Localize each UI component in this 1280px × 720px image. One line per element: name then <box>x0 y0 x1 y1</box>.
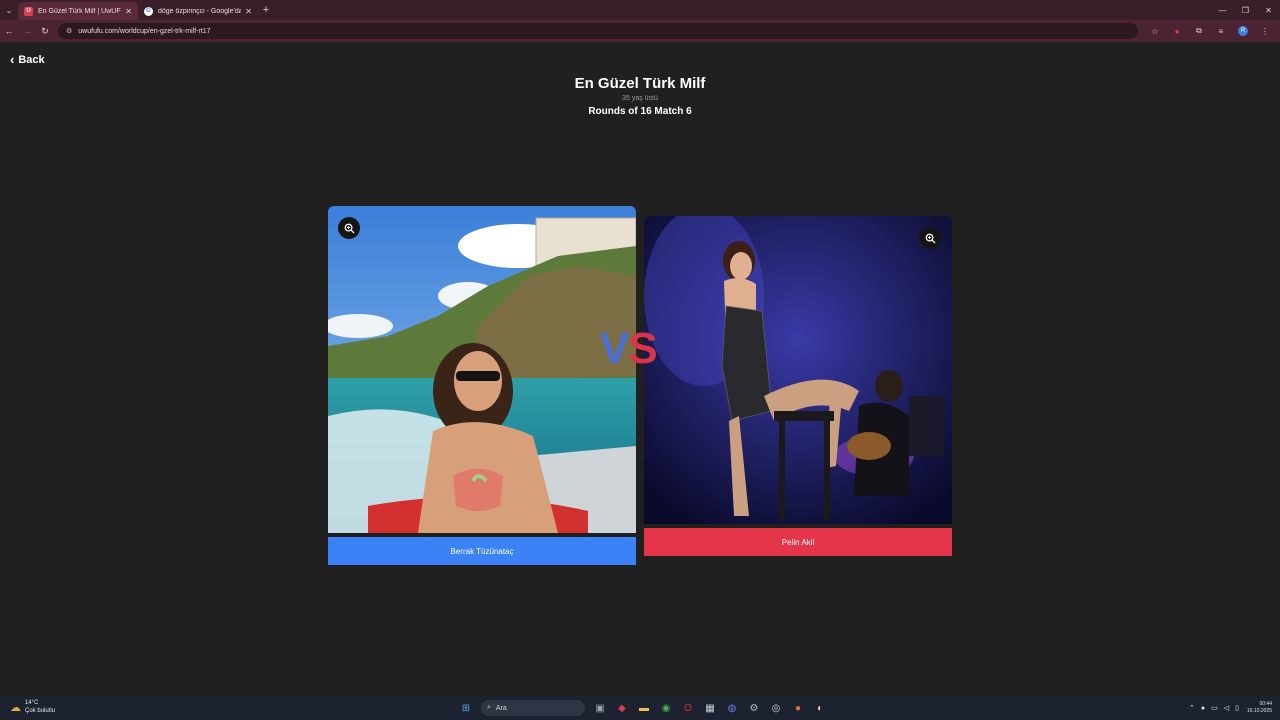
vs-label-text: VS <box>600 324 658 373</box>
chrome-icon[interactable]: ◉ <box>655 698 677 718</box>
candidate-card-right[interactable]: Pelin Akil <box>644 216 952 556</box>
weather-desc: Çok bulutlu <box>25 708 56 714</box>
candidate-photo-right[interactable] <box>644 216 952 524</box>
page-content: ‹ Back En Güzel Türk Milf 35 yaş üstü Ro… <box>0 42 1280 696</box>
firefox-icon[interactable]: ● <box>787 698 809 718</box>
tab-active[interactable]: U En Güzel Türk Milf | UwUFUFU ✕ <box>18 2 138 20</box>
battery-icon[interactable]: ▯ <box>1235 704 1239 712</box>
url-text: uwufufu.com/worldcup/en-gzel-trk-milf-rt… <box>78 27 211 35</box>
task-view-icon[interactable]: ▣ <box>589 698 611 718</box>
close-window-icon[interactable]: ✕ <box>1257 0 1280 20</box>
file-explorer-icon[interactable]: ▬ <box>633 698 655 718</box>
tab-title: döge özpirinçci - Google'da Ara <box>158 7 242 15</box>
opera-icon[interactable]: O <box>677 698 699 718</box>
bookmark-star-icon[interactable]: ☆ <box>1144 20 1166 42</box>
browser-tab-bar: ⌄ U En Güzel Türk Milf | UwUFUFU ✕ G dög… <box>0 0 1280 20</box>
site-info-icon[interactable]: ⚙ <box>66 27 72 35</box>
candidate-name-button-right[interactable]: Pelin Akil <box>644 528 952 556</box>
back-arrow-icon[interactable]: ← <box>0 20 18 42</box>
reload-icon[interactable]: ↻ <box>36 20 54 42</box>
media-control-icon[interactable]: ≡ <box>1210 20 1232 42</box>
candidate-name-button-left[interactable]: Berrak Tüzünataç <box>328 537 636 565</box>
forward-arrow-icon[interactable]: → <box>18 20 36 42</box>
steam-icon[interactable]: ◎ <box>765 698 787 718</box>
uwufufu-favicon-icon: U <box>24 6 33 16</box>
vs-label: VS <box>600 324 658 374</box>
tab-search-icon[interactable]: ⌄ <box>0 0 18 20</box>
clock-date: 16.10.2025 <box>1246 708 1272 714</box>
clock[interactable]: 00:44 16.10.2025 <box>1247 701 1272 715</box>
page-subtitle: 35 yaş üstü <box>622 95 658 102</box>
back-button[interactable]: ‹ Back <box>10 52 45 67</box>
address-toolbar: ← → ↻ ⚙ uwufufu.com/worldcup/en-gzel-trk… <box>0 20 1280 42</box>
page-title: En Güzel Türk Milf <box>574 75 706 92</box>
beach-boat-photo <box>328 206 636 533</box>
windows-start-icon[interactable]: ⊞ <box>455 698 477 718</box>
system-tray: ⌃ ● ▭ ◁ ▯ 00:44 16.10.2025 <box>1183 698 1272 718</box>
tab-inactive[interactable]: G döge özpirinçci - Google'da Ara ✕ <box>138 2 258 20</box>
back-label: Back <box>18 53 45 66</box>
weather-widget[interactable]: ☁ 14°C Çok bulutlu <box>10 699 55 715</box>
extension-opera-icon[interactable]: ● <box>1166 20 1188 42</box>
url-bar[interactable]: ⚙ uwufufu.com/worldcup/en-gzel-trk-milf-… <box>58 23 1138 39</box>
network-icon[interactable]: ▭ <box>1211 704 1218 712</box>
round-info: Rounds of 16 Match 6 <box>588 106 692 117</box>
discord-icon[interactable]: ◍ <box>721 698 743 718</box>
chevron-up-icon[interactable]: ⌃ <box>1189 704 1195 712</box>
candidate-photo-left[interactable] <box>328 206 636 533</box>
settings-gear-icon[interactable]: ⚙ <box>743 698 765 718</box>
minimize-icon[interactable]: — <box>1211 0 1234 20</box>
close-icon[interactable]: ✕ <box>125 7 132 16</box>
candidate-card-left[interactable]: Berrak Tüzünataç <box>328 206 636 565</box>
search-placeholder: Ara <box>495 704 507 712</box>
extensions-puzzle-icon[interactable]: ⧉ <box>1188 20 1210 42</box>
zoom-in-icon[interactable] <box>338 217 360 239</box>
weather-text: 14°C Çok bulutlu <box>25 699 55 715</box>
calendar-app-icon[interactable]: ▦ <box>699 698 721 718</box>
clock-time: 00:44 <box>1259 701 1272 707</box>
toolbar-actions: ☆ ● ⧉ ≡ R ⋮ <box>1144 20 1276 42</box>
microphone-icon[interactable]: ● <box>1201 705 1205 712</box>
profile-avatar[interactable]: R <box>1238 26 1248 36</box>
search-icon: ⌕ <box>487 704 491 711</box>
taskbar-apps: ⊞ ⌕ Ara ▣ ◆ ▬ ◉ O ▦ ◍ ⚙ ◎ ● ◐ <box>455 698 831 718</box>
close-icon[interactable]: ✕ <box>245 7 252 16</box>
new-tab-button[interactable]: + <box>258 0 274 20</box>
window-controls: — ❐ ✕ <box>1211 0 1280 20</box>
chevron-left-icon: ‹ <box>10 52 15 67</box>
weather-temp: 14°C <box>25 700 39 706</box>
restore-icon[interactable]: ❐ <box>1234 0 1257 20</box>
tab-title: En Güzel Türk Milf | UwUFUFU <box>38 7 121 15</box>
app-misc-icon[interactable]: ◐ <box>809 698 831 718</box>
taskbar-search[interactable]: ⌕ Ara <box>481 700 585 716</box>
windows-taskbar: ☁ 14°C Çok bulutlu ⊞ ⌕ Ara ▣ ◆ ▬ ◉ O ▦ ◍… <box>0 696 1280 720</box>
app-red-icon[interactable]: ◆ <box>611 698 633 718</box>
menu-dots-icon[interactable]: ⋮ <box>1254 20 1276 42</box>
zoom-in-icon[interactable] <box>919 227 941 249</box>
google-favicon-icon: G <box>144 6 153 16</box>
cloud-sun-icon: ☁ <box>10 701 21 714</box>
stage-performance-photo <box>644 216 952 524</box>
volume-icon[interactable]: ◁ <box>1224 704 1229 712</box>
